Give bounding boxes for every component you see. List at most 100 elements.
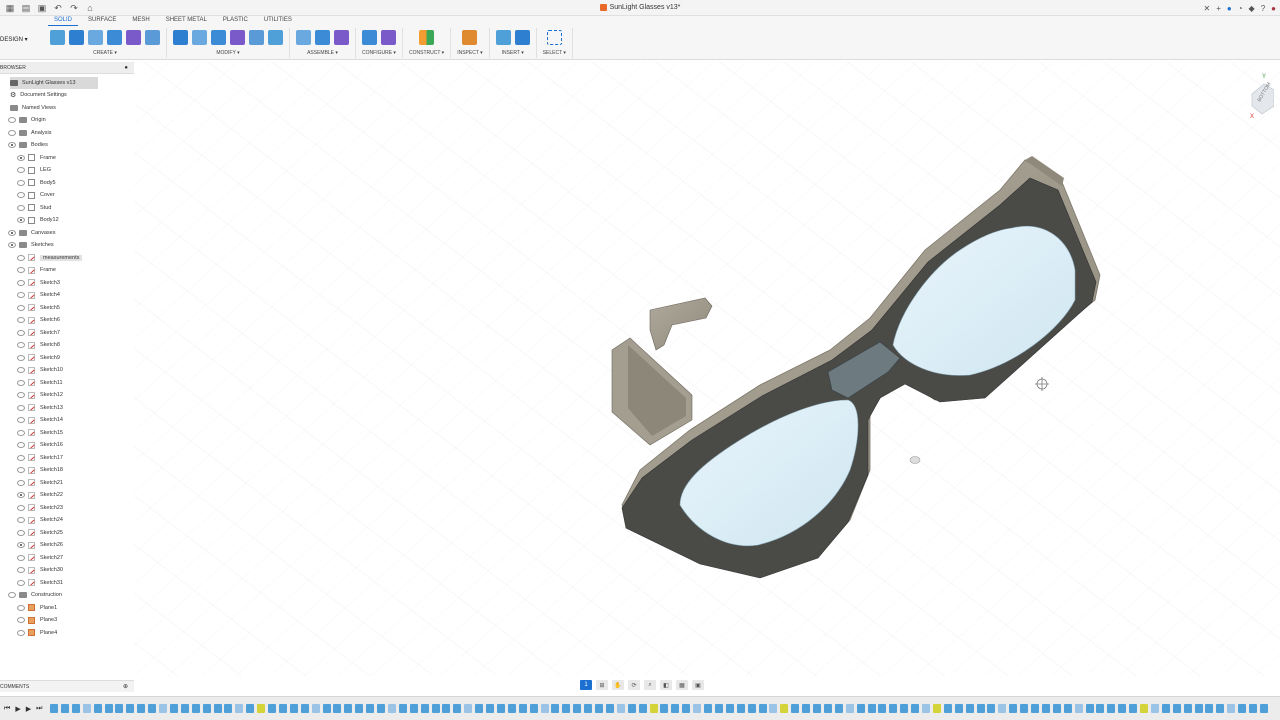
visibility-eye-icon[interactable] — [17, 342, 25, 348]
timeline-feature[interactable] — [1031, 704, 1039, 713]
browser-item-construction[interactable]: Construction — [8, 589, 62, 601]
timeline-feature[interactable] — [398, 704, 407, 713]
timeline-feature[interactable] — [845, 704, 854, 713]
timeline-feature[interactable] — [802, 704, 811, 713]
new-component-icon[interactable] — [315, 29, 330, 45]
browser-item-sketch27[interactable]: Sketch27 — [17, 552, 63, 564]
timeline-feature[interactable] — [126, 704, 135, 713]
timeline-feature[interactable] — [878, 704, 887, 713]
browser-item-sketch9[interactable]: Sketch9 — [17, 352, 60, 364]
group-label-construct[interactable]: CONSTRUCT ▾ — [409, 50, 444, 56]
visibility-eye-icon[interactable] — [8, 229, 16, 236]
new-tab-icon[interactable]: + — [1216, 4, 1221, 13]
browser-item-sketch26[interactable]: Sketch26 — [17, 539, 63, 551]
timeline-feature[interactable] — [115, 704, 124, 713]
first-step-icon[interactable]: ⏮ — [4, 705, 10, 713]
fillet-icon[interactable] — [192, 29, 207, 45]
pattern-icon[interactable] — [126, 29, 141, 45]
browser-item-body5[interactable]: Body5 — [17, 177, 56, 189]
zoom-icon[interactable]: ⌕ — [644, 680, 656, 690]
browser-item-sketch30[interactable]: Sketch30 — [17, 564, 63, 576]
timeline-feature[interactable] — [71, 704, 80, 713]
timeline-feature[interactable] — [1107, 704, 1116, 713]
profile-icon[interactable]: ● — [1271, 4, 1276, 13]
browser-item-sketch3[interactable]: Sketch3 — [17, 277, 60, 289]
browser-item-sketch15[interactable]: Sketch15 — [17, 427, 63, 439]
visibility-eye-icon[interactable] — [17, 567, 25, 573]
browser-item-sketch23[interactable]: Sketch23 — [17, 502, 63, 514]
browser-item-sketch24[interactable]: Sketch24 — [17, 514, 63, 526]
timeline-feature[interactable] — [791, 704, 800, 713]
timeline-feature[interactable] — [322, 704, 331, 713]
timeline-feature[interactable] — [551, 704, 560, 713]
timeline-feature[interactable] — [954, 704, 963, 713]
timeline-feature[interactable] — [475, 704, 484, 713]
visibility-eye-icon[interactable] — [17, 629, 25, 636]
timeline-feature[interactable] — [496, 704, 505, 713]
group-label-configure[interactable]: CONFIGURE ▾ — [362, 50, 396, 56]
timeline-feature[interactable] — [235, 704, 244, 713]
timeline-feature[interactable] — [671, 704, 680, 713]
timeline-feature[interactable] — [366, 704, 375, 713]
browser-item-sketch8[interactable]: Sketch8 — [17, 339, 60, 351]
tab-utilities[interactable]: UTILITIES — [258, 16, 298, 26]
visibility-eye-icon[interactable] — [8, 117, 16, 123]
timeline-feature[interactable] — [605, 704, 614, 713]
visibility-eye-icon[interactable] — [17, 329, 25, 336]
timeline-feature[interactable] — [943, 704, 952, 713]
comments-toggle-icon[interactable]: ⊕ — [123, 681, 128, 693]
viewports-icon[interactable]: ▣ — [692, 680, 704, 690]
browser-item-leg[interactable]: LEG — [17, 164, 51, 176]
browser-item-canvases[interactable]: Canvases — [8, 227, 55, 239]
table-icon[interactable] — [381, 29, 396, 45]
timeline-feature[interactable] — [704, 704, 712, 713]
timeline-feature[interactable] — [1183, 704, 1192, 713]
browser-item-sketch12[interactable]: Sketch12 — [17, 389, 63, 401]
browser-item-sketch16[interactable]: Sketch16 — [17, 439, 63, 451]
timeline-feature[interactable] — [409, 704, 418, 713]
tab-sheet-metal[interactable]: SHEET METAL — [160, 16, 213, 26]
browser-item-measurements[interactable]: measurements — [17, 252, 83, 264]
visibility-eye-icon[interactable] — [8, 142, 16, 148]
timeline-feature[interactable] — [1041, 704, 1050, 713]
browser-item-sketch6[interactable]: Sketch6 — [17, 314, 60, 326]
play-icon[interactable]: ▶ — [15, 705, 20, 713]
timeline-feature[interactable] — [431, 704, 440, 713]
timeline-feature[interactable] — [442, 704, 451, 713]
timeline-feature[interactable] — [224, 704, 233, 713]
browser-item-sketch17[interactable]: Sketch17 — [17, 452, 63, 464]
app-menu-icon[interactable]: ▦ — [4, 2, 16, 14]
browser-item-plane4[interactable]: Plane4 — [17, 627, 57, 639]
timeline-feature[interactable] — [1172, 704, 1181, 713]
timeline-feature[interactable] — [1150, 704, 1159, 713]
file-icon[interactable]: ▤ — [20, 2, 32, 14]
browser-item-frame[interactable]: Frame — [17, 152, 56, 164]
visibility-eye-icon[interactable] — [17, 442, 25, 448]
next-step-icon[interactable]: ▶ — [26, 705, 31, 713]
tab-surface[interactable]: SURFACE — [82, 16, 122, 26]
tab-plastic[interactable]: PLASTIC — [217, 16, 254, 26]
visibility-eye-icon[interactable] — [17, 617, 25, 623]
hole-icon[interactable] — [107, 29, 122, 45]
browser-item-frame[interactable]: Frame — [17, 264, 56, 276]
timeline-feature[interactable] — [823, 704, 832, 713]
browser-item-body12[interactable]: Body12 — [17, 214, 59, 226]
timeline-feature[interactable] — [1140, 704, 1148, 713]
timeline-feature[interactable] — [1085, 704, 1094, 713]
timeline-feature[interactable] — [213, 704, 222, 713]
canvas-viewport[interactable] — [134, 62, 1280, 676]
timeline-feature[interactable] — [638, 704, 647, 713]
timeline-feature[interactable] — [486, 704, 494, 713]
press-pull-icon[interactable] — [173, 29, 188, 45]
timeline-feature[interactable] — [1096, 704, 1105, 713]
visibility-eye-icon[interactable] — [17, 217, 25, 223]
browser-root[interactable]: SunLight Glasses v13 — [10, 77, 98, 89]
timeline-feature[interactable] — [1249, 704, 1257, 713]
timeline-feature[interactable] — [595, 704, 603, 713]
timeline-feature[interactable] — [333, 704, 342, 713]
orbit-icon[interactable]: ⟳ — [628, 680, 640, 690]
timeline-feature[interactable] — [268, 704, 276, 713]
model-view[interactable] — [134, 62, 1280, 676]
timeline-feature[interactable] — [834, 704, 843, 713]
browser-item-sketch22[interactable]: Sketch22 — [17, 489, 63, 501]
